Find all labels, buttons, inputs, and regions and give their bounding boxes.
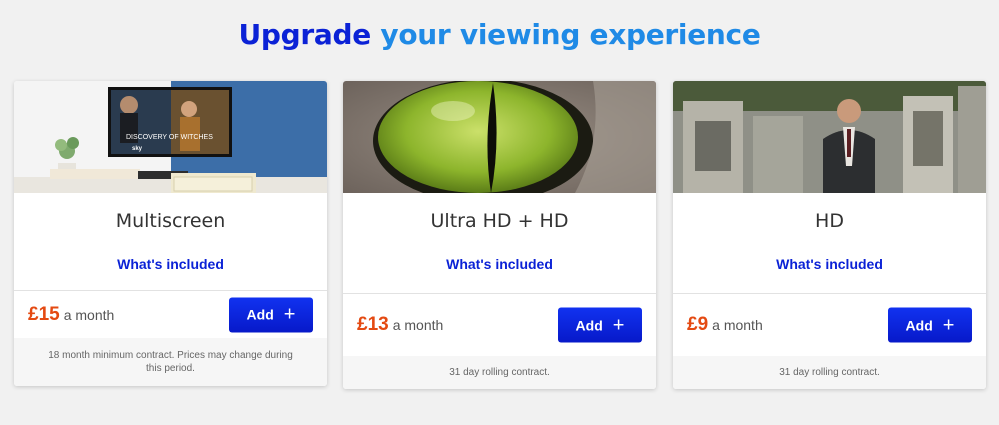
card-title: Ultra HD + HD <box>430 210 569 232</box>
plus-icon: + <box>612 314 625 336</box>
whats-included-link[interactable]: What's included <box>343 256 656 272</box>
price-period: a month <box>63 306 115 323</box>
price-row: £15 a month Add + <box>14 291 327 338</box>
whats-included-link[interactable]: What's included <box>673 256 986 272</box>
plus-icon: + <box>942 314 955 336</box>
price-period: a month <box>392 317 444 333</box>
headline-strong: Upgrade <box>238 18 371 51</box>
headline-light: your viewing experience <box>370 18 761 51</box>
card-multiscreen: DISCOVERY OF WITCHES sky Multiscreen Wha… <box>14 81 327 386</box>
price-period: a month <box>712 317 763 333</box>
add-button[interactable]: Add + <box>888 307 972 343</box>
price-amount: £9 <box>687 314 709 335</box>
price-row: £13 a month Add + <box>343 294 656 356</box>
card-title: Multiscreen <box>115 210 226 232</box>
ultra-hd-image <box>343 81 656 193</box>
card-ultra-hd: Ultra HD + HD What's included £13 a mont… <box>343 81 656 389</box>
man-in-suit-illustration <box>673 81 986 193</box>
plus-icon: + <box>283 303 296 326</box>
page-headline: Upgrade your viewing experience <box>0 16 999 54</box>
card-title: HD <box>815 210 844 232</box>
add-button-label: Add <box>575 317 603 333</box>
hd-image <box>673 81 986 193</box>
add-button[interactable]: Add + <box>558 307 642 343</box>
tv-show-brand: sky <box>132 146 143 152</box>
add-button[interactable]: Add + <box>229 297 313 332</box>
contract-note: 18 month minimum contract. Prices may ch… <box>14 338 327 386</box>
price-row: £9 a month Add + <box>673 294 986 356</box>
card-hd: HD What's included £9 a month Add + 31 d… <box>673 81 986 389</box>
add-button-label: Add <box>905 317 933 333</box>
price-amount: £15 <box>28 303 60 325</box>
whats-included-link[interactable]: What's included <box>14 256 327 272</box>
room-tv-illustration: DISCOVERY OF WITCHES sky <box>14 81 327 193</box>
contract-note: 31 day rolling contract. <box>343 356 656 389</box>
cat-eye-illustration <box>343 81 656 193</box>
add-button-label: Add <box>246 306 274 323</box>
contract-note: 31 day rolling contract. <box>673 356 986 389</box>
multiscreen-image: DISCOVERY OF WITCHES sky <box>14 81 327 193</box>
tv-show-title: DISCOVERY OF WITCHES <box>126 134 213 141</box>
price: £15 a month <box>28 304 114 326</box>
price: £13 a month <box>357 314 443 336</box>
price: £9 a month <box>687 314 763 336</box>
price-amount: £13 <box>357 314 389 335</box>
